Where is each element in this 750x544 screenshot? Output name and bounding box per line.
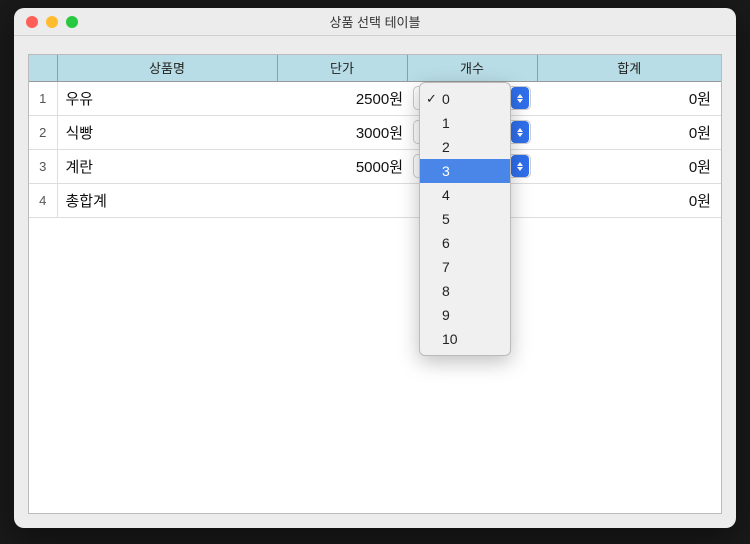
- minimize-icon[interactable]: [46, 16, 58, 28]
- header-name: 상품명: [57, 55, 277, 81]
- dropdown-option[interactable]: 1: [420, 111, 510, 135]
- app-window: 상품 선택 테이블 상품명 단가 개수 합계 1 우유 2500원: [14, 8, 736, 528]
- row-num: 1: [29, 81, 57, 115]
- stepper-icon[interactable]: [511, 121, 529, 143]
- row-num: 3: [29, 149, 57, 183]
- table-row: 1 우유 2500원 0 0원: [29, 81, 721, 115]
- cell-price[interactable]: [277, 183, 407, 217]
- header-price: 단가: [277, 55, 407, 81]
- zoom-icon[interactable]: [66, 16, 78, 28]
- dropdown-option[interactable]: 6: [420, 231, 510, 255]
- product-table: 상품명 단가 개수 합계 1 우유 2500원 0: [29, 55, 721, 218]
- cell-name[interactable]: 우유: [57, 81, 277, 115]
- table-row: 4 총합계 0원: [29, 183, 721, 217]
- qty-dropdown-menu: 0 1 2 3 4 5 6 7 8 9 10: [419, 82, 511, 356]
- cell-total[interactable]: 0원: [537, 149, 721, 183]
- cell-name[interactable]: 총합계: [57, 183, 277, 217]
- cell-price[interactable]: 2500원: [277, 81, 407, 115]
- row-num: 2: [29, 115, 57, 149]
- dropdown-option[interactable]: 9: [420, 303, 510, 327]
- table-body: 1 우유 2500원 0 0원 2 식빵 3000원: [29, 81, 721, 217]
- cell-total[interactable]: 0원: [537, 183, 721, 217]
- dropdown-option[interactable]: 7: [420, 255, 510, 279]
- close-icon[interactable]: [26, 16, 38, 28]
- dropdown-option[interactable]: 10: [420, 327, 510, 351]
- dropdown-option[interactable]: 3: [420, 159, 510, 183]
- cell-total[interactable]: 0원: [537, 81, 721, 115]
- table-row: 2 식빵 3000원 0 0원: [29, 115, 721, 149]
- header-qty: 개수: [407, 55, 537, 81]
- stepper-icon[interactable]: [511, 87, 529, 109]
- cell-price[interactable]: 5000원: [277, 149, 407, 183]
- dropdown-option[interactable]: 0: [420, 87, 510, 111]
- cell-name[interactable]: 계란: [57, 149, 277, 183]
- dropdown-option[interactable]: 2: [420, 135, 510, 159]
- traffic-lights: [26, 16, 78, 28]
- header-total: 합계: [537, 55, 721, 81]
- cell-price[interactable]: 3000원: [277, 115, 407, 149]
- header-rownum: [29, 55, 57, 81]
- dropdown-option[interactable]: 5: [420, 207, 510, 231]
- table-row: 3 계란 5000원 0 0원: [29, 149, 721, 183]
- window-title: 상품 선택 테이블: [26, 12, 724, 31]
- table-header-row: 상품명 단가 개수 합계: [29, 55, 721, 81]
- dropdown-option[interactable]: 4: [420, 183, 510, 207]
- stepper-icon[interactable]: [511, 155, 529, 177]
- cell-name[interactable]: 식빵: [57, 115, 277, 149]
- row-num: 4: [29, 183, 57, 217]
- titlebar: 상품 선택 테이블: [14, 8, 736, 36]
- cell-total[interactable]: 0원: [537, 115, 721, 149]
- dropdown-option[interactable]: 8: [420, 279, 510, 303]
- table-container: 상품명 단가 개수 합계 1 우유 2500원 0: [28, 54, 722, 514]
